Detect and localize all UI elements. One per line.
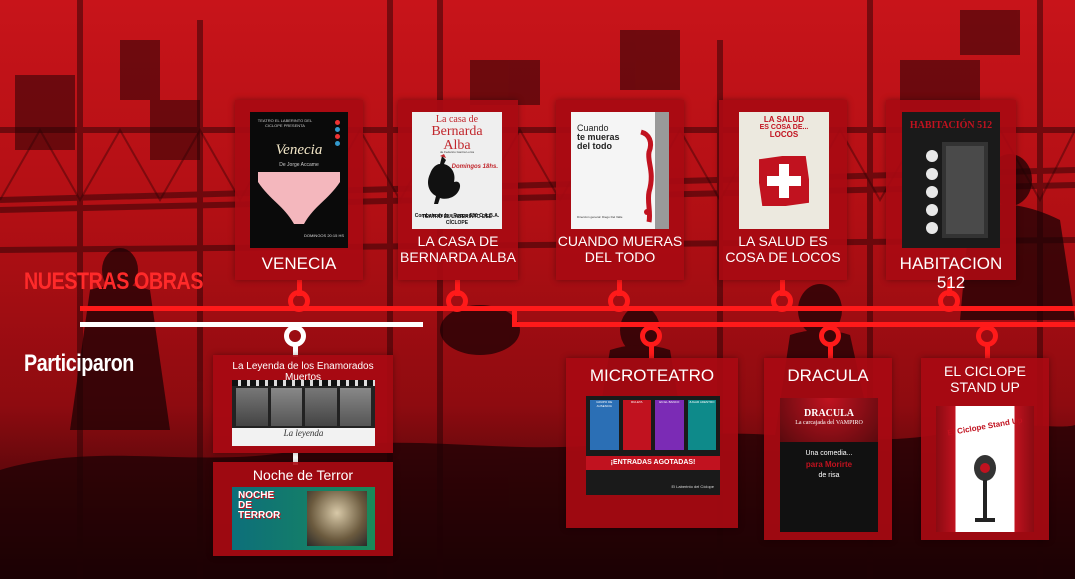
obra-card-salud-locos[interactable]: LA SALUD ES COSA DE... LOCOS LA SALUD ES… — [719, 100, 847, 280]
obra-title-bernarda-alba[interactable]: LA CASA DE BERNARDA ALBA — [398, 233, 518, 265]
poster-footer: El Laberinto del Cíclope — [671, 484, 714, 489]
poster-title-line: LOCOS — [769, 130, 799, 139]
timeline-connector — [512, 306, 517, 327]
participacion-card-leyenda[interactable]: La Leyenda de los Enamorados Muertos La … — [213, 355, 393, 453]
poster-tagline: Una comedia... — [805, 450, 853, 457]
obra-title-dracula[interactable]: DRACULA — [764, 366, 892, 385]
timeline-node-leyenda[interactable] — [284, 325, 306, 347]
obra-title-line: DEL TODO — [584, 248, 656, 265]
obra-title-ciclope-standup[interactable]: EL CICLOPE STAND UP — [921, 363, 1049, 395]
poster-author: De Jorge Accame — [279, 162, 319, 168]
poster-title: DRACULA — [804, 408, 854, 419]
obra-title-venecia[interactable]: VENECIA — [235, 254, 363, 273]
poster-microteatro[interactable]: GRUPO DE AUSENCIA RULETA EN EL BANCO JUG… — [586, 396, 720, 495]
obra-card-microteatro[interactable]: MICROTEATRO GRUPO DE AUSENCIA RULETA EN … — [566, 358, 738, 528]
poster-leyenda[interactable]: La leyenda — [232, 380, 375, 446]
obra-title-line: CUANDO MUERAS — [557, 233, 683, 249]
poster-title-line: Bernarda — [431, 124, 483, 139]
timeline-node-salud[interactable] — [771, 290, 793, 312]
poster-subtitle: La carcajada del VAMPIRO — [795, 420, 863, 426]
poster-venecia[interactable]: TEATRO EL LABERINTO DEL CICLOPE PRESENTA… — [250, 112, 348, 248]
timeline-node-microteatro[interactable] — [640, 325, 662, 347]
tile-label: RULETA — [630, 400, 643, 404]
timeline-node-habitacion[interactable] — [938, 290, 960, 312]
poster-title-line: LA SALUD — [763, 115, 805, 124]
poster-noche-terror[interactable]: NOCHE DE TERROR — [232, 487, 375, 550]
timeline-node-bernarda[interactable] — [446, 290, 468, 312]
obra-title-cuando-mueras[interactable]: CUANDO MUERAS DEL TODO — [556, 233, 684, 265]
poster-bernarda-alba[interactable]: La casa de Bernarda Alba de Federico Gar… — [412, 112, 502, 229]
participacion-card-noche-terror[interactable]: Noche de Terror NOCHE DE TERROR — [213, 462, 393, 556]
poster-ciclope-standup[interactable]: El Ciclope Stand Up — [936, 406, 1034, 532]
poster-dracula[interactable]: DRACULA La carcajada del VAMPIRO Una com… — [780, 398, 878, 532]
medical-cross-icon — [759, 156, 809, 206]
obra-card-venecia[interactable]: TEATRO EL LABERINTO DEL CICLOPE PRESENTA… — [235, 100, 363, 280]
poster-title: La casa de Bernarda Alba — [412, 115, 502, 153]
poster-salud-locos[interactable]: LA SALUD ES COSA DE... LOCOS — [739, 112, 829, 229]
poster-tile: JUGAR ADENTRO — [687, 400, 716, 450]
obra-title-line: LA CASA DE — [417, 233, 499, 249]
tile-label: GRUPO DE AUSENCIA — [596, 400, 613, 408]
poster-title: Venecia — [275, 142, 323, 158]
obra-title-habitacion-512[interactable]: HABITACION 512 — [886, 254, 1016, 292]
poster-cuando-mueras[interactable]: Cuando te mueras del todo Dirección gene… — [571, 112, 669, 229]
poster-illustration — [640, 112, 669, 229]
poster-tagline: de risa — [818, 472, 840, 479]
timeline-main-line — [80, 306, 1075, 311]
mirror-lights-illustration — [926, 142, 988, 238]
poster-title-line: del todo — [577, 141, 612, 151]
poster-caption: La leyenda — [283, 428, 324, 438]
obra-card-cuando-mueras[interactable]: Cuando te mueras del todo Dirección gene… — [556, 100, 684, 280]
obra-card-habitacion-512[interactable]: HABITACIÓN 512 HABITACION 512 — [886, 100, 1016, 292]
poster-days: Domingos 18hs. — [451, 164, 498, 170]
rooster-icon — [428, 154, 461, 204]
tile-label: EN EL BANCO — [659, 400, 680, 404]
film-frames — [236, 388, 371, 426]
poster-tile: EN EL BANCO — [655, 400, 684, 450]
timeline-stem — [828, 345, 833, 359]
poster-title: NOCHE DE TERROR — [238, 490, 281, 521]
poster-tile: RULETA — [622, 400, 651, 450]
obra-title-line: BERNARDA ALBA — [400, 248, 516, 265]
obra-title-line: STAND UP — [950, 378, 1020, 395]
poster-face-image — [307, 491, 367, 546]
obra-title-microteatro[interactable]: MICROTEATRO — [566, 366, 738, 385]
poster-footer: DOMINGOS 20:15 HS — [303, 233, 344, 238]
poster-tiles: GRUPO DE AUSENCIA RULETA EN EL BANCO JUG… — [590, 400, 716, 450]
poster-tile: GRUPO DE AUSENCIA — [590, 400, 619, 450]
timeline-stem — [985, 345, 990, 359]
obra-card-ciclope-standup[interactable]: EL CICLOPE STAND UP El Ciclope Stand Up — [921, 358, 1049, 540]
poster-theatre: TEATRO EL LABERINTO DEL CÍCLOPE — [422, 214, 492, 226]
obra-title-line: COSA DE LOCOS — [725, 248, 841, 265]
timeline-stem — [649, 345, 654, 359]
poster-tagline: para Morirte — [805, 460, 853, 469]
poster-illustration — [258, 172, 340, 224]
poster-title: HABITACIÓN 512 — [909, 120, 993, 131]
obra-title-line: LA SALUD ES — [738, 233, 828, 249]
obra-title-salud-locos[interactable]: LA SALUD ES COSA DE LOCOS — [719, 233, 847, 265]
poster-footer: Dirección general: Diego Del Valle — [577, 215, 623, 219]
timeline-node-venecia[interactable] — [288, 290, 310, 312]
tile-label: JUGAR ADENTRO — [688, 400, 715, 404]
microphone-icon — [974, 455, 996, 522]
poster-title: LA SALUD ES COSA DE... LOCOS — [739, 116, 829, 139]
obra-card-dracula[interactable]: DRACULA DRACULA La carcajada del VAMPIRO… — [764, 358, 892, 540]
timeline-node-standup[interactable] — [976, 325, 998, 347]
participacion-title-noche-terror[interactable]: Noche de Terror — [213, 467, 393, 484]
section-label-nuestras-obras: NUESTRAS OBRAS — [24, 268, 204, 295]
poster-title: El Ciclope Stand Up — [946, 415, 1024, 438]
obra-card-bernarda-alba[interactable]: La casa de Bernarda Alba de Federico Gar… — [398, 100, 518, 280]
poster-banner: ¡ENTRADAS AGOTADAS! — [586, 456, 720, 470]
poster-text: TEATRO EL LABERINTO DEL CICLOPE PRESENTA — [257, 118, 313, 128]
poster-habitacion-512[interactable]: HABITACIÓN 512 — [902, 112, 1000, 248]
obra-title-line: EL CICLOPE — [944, 363, 1026, 379]
timeline-node-dracula[interactable] — [819, 325, 841, 347]
film-strip — [232, 380, 375, 386]
timeline-node-cuando[interactable] — [608, 290, 630, 312]
poster-title: Cuando te mueras del todo — [577, 124, 620, 151]
section-label-participaron: Participaron — [24, 350, 134, 377]
timeline-participaron-line — [80, 322, 423, 327]
